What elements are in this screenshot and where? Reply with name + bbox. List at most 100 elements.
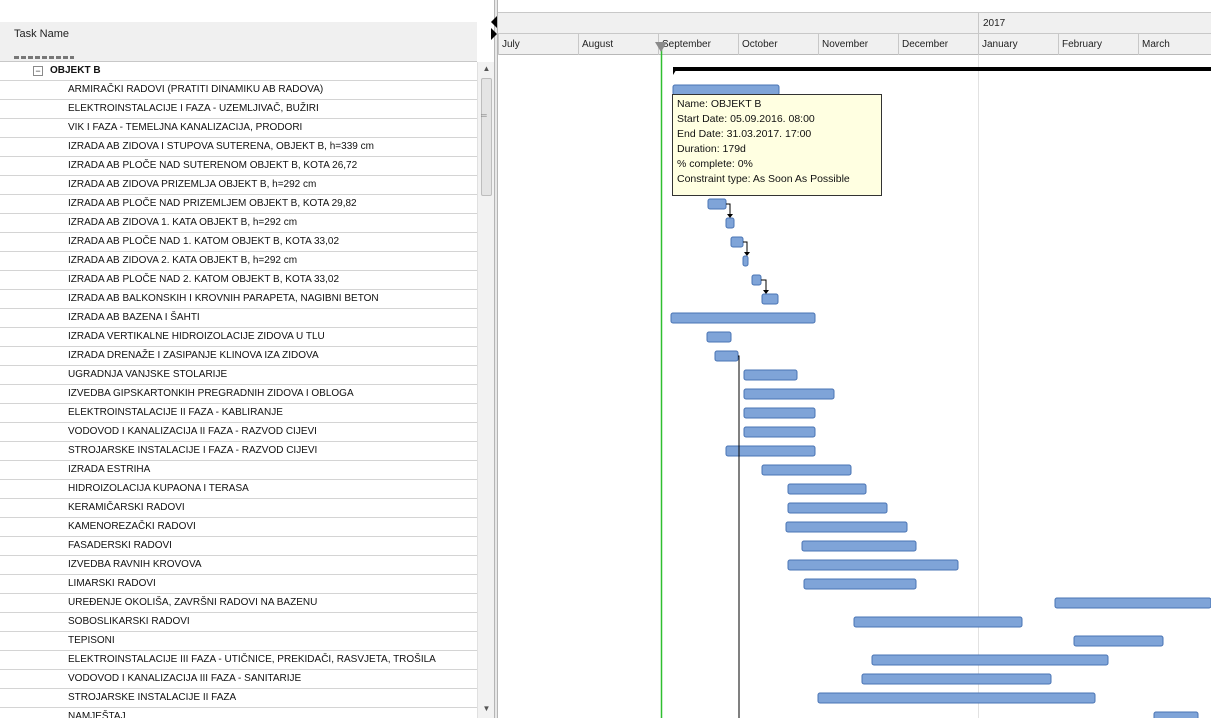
task-row[interactable]: HIDROIZOLACIJA KUPAONA I TERASA	[0, 480, 477, 499]
tooltip-end: End Date: 31.03.2017. 17:00	[677, 128, 812, 140]
task-row[interactable]: IZRADA AB ZIDOVA I STUPOVA SUTERENA, OBJ…	[0, 138, 477, 157]
task-row[interactable]: ELEKTROINSTALACIJE II FAZA - KABLIRANJE	[0, 404, 477, 423]
task-bar[interactable]	[1054, 597, 1211, 609]
dependency-link	[738, 355, 740, 718]
task-bar[interactable]	[742, 255, 749, 267]
task-row[interactable]: KAMENOREZAČKI RADOVI	[0, 518, 477, 537]
task-name: TEPISONI	[68, 635, 115, 646]
task-name: ELEKTROINSTALACIJE II FAZA - KABLIRANJE	[68, 407, 283, 418]
task-row[interactable]: IZRADA AB PLOČE NAD 1. KATOM OBJEKT B, K…	[0, 233, 477, 252]
expand-right-icon[interactable]	[491, 28, 497, 40]
task-bar[interactable]	[761, 293, 779, 305]
task-row[interactable]: IZRADA AB PLOČE NAD 2. KATOM OBJEKT B, K…	[0, 271, 477, 290]
task-name: FASADERSKI RADOVI	[68, 540, 172, 551]
task-bar[interactable]	[871, 654, 1109, 666]
task-row[interactable]: UGRADNJA VANJSKE STOLARIJE	[0, 366, 477, 385]
task-bar[interactable]	[714, 350, 739, 362]
task-row[interactable]: STROJARSKE INSTALACIJE I FAZA - RAZVOD C…	[0, 442, 477, 461]
task-name: ELEKTROINSTALACIJE I FAZA - UZEMLJIVAČ, …	[68, 103, 319, 114]
task-row[interactable]: IZRADA AB BAZENA I ŠAHTI	[0, 309, 477, 328]
task-bar[interactable]	[803, 578, 917, 590]
task-name: HIDROIZOLACIJA KUPAONA I TERASA	[68, 483, 249, 494]
task-grid-scrollbar[interactable]: ▲ ═ ▼	[477, 62, 494, 718]
task-row[interactable]: VODOVOD I KANALIZACIJA II FAZA - RAZVOD …	[0, 423, 477, 442]
task-bar[interactable]	[706, 331, 732, 343]
task-bar[interactable]	[801, 540, 917, 552]
task-name: IZRADA AB ZIDOVA I STUPOVA SUTERENA, OBJ…	[68, 141, 374, 152]
task-bar[interactable]	[761, 464, 852, 476]
task-row[interactable]: ARMIRAČKI RADOVI (PRATITI DINAMIKU AB RA…	[0, 81, 477, 100]
task-name: IZVEDBA GIPSKARTONKIH PREGRADNIH ZIDOVA …	[68, 388, 354, 399]
scrollbar-thumb[interactable]	[481, 78, 492, 196]
task-row[interactable]: IZRADA AB PLOČE NAD PRIZEMLJEM OBJEKT B,…	[0, 195, 477, 214]
task-bar[interactable]	[785, 521, 908, 533]
tooltip-complete: % complete: 0%	[677, 158, 753, 170]
task-row[interactable]: UREĐENJE OKOLIŠA, ZAVRŠNI RADOVI NA BAZE…	[0, 594, 477, 613]
task-group-row[interactable]: − OBJEKT B	[0, 62, 477, 81]
task-name-column-header[interactable]: Task Name	[14, 28, 69, 40]
clipped-parent-row	[14, 52, 74, 60]
task-name: IZRADA AB BAZENA I ŠAHTI	[68, 312, 200, 323]
task-bar[interactable]	[743, 369, 798, 381]
gantt-chart[interactable]: 2017 July August September October November D…	[498, 0, 1211, 718]
task-row[interactable]: STROJARSKE INSTALACIJE II FAZA	[0, 689, 477, 708]
tooltip-duration: Duration: 179d	[677, 143, 746, 155]
task-row[interactable]: VODOVOD I KANALIZACIJA III FAZA - SANITA…	[0, 670, 477, 689]
task-row[interactable]: TEPISONI	[0, 632, 477, 651]
collapse-left-icon[interactable]	[491, 16, 497, 28]
task-row[interactable]: IZRADA VERTIKALNE HIDROIZOLACIJE ZIDOVA …	[0, 328, 477, 347]
task-bar[interactable]	[707, 198, 727, 210]
task-name: IZRADA AB PLOČE NAD SUTERENOM OBJEKT B, …	[68, 160, 358, 171]
task-bar[interactable]	[1153, 711, 1199, 718]
task-bar[interactable]	[787, 559, 959, 571]
task-bar[interactable]	[817, 692, 1096, 704]
task-row[interactable]: VIK I FAZA - TEMELJNA KANALIZACIJA, PROD…	[0, 119, 477, 138]
scroll-down-icon[interactable]: ▼	[478, 702, 495, 716]
task-row[interactable]: FASADERSKI RADOVI	[0, 537, 477, 556]
summary-bar[interactable]	[673, 67, 1211, 71]
task-name: IZRADA DRENAŽE I ZASIPANJE KLINOVA IZA Z…	[68, 350, 319, 361]
task-bar[interactable]	[751, 274, 762, 286]
task-bar[interactable]	[743, 407, 816, 419]
task-row[interactable]: ELEKTROINSTALACIJE I FAZA - UZEMLJIVAČ, …	[0, 100, 477, 119]
scroll-up-icon[interactable]: ▲	[478, 62, 495, 76]
task-row[interactable]: NAMJEŠTAJ	[0, 708, 477, 718]
task-name: VODOVOD I KANALIZACIJA II FAZA - RAZVOD …	[68, 426, 317, 437]
task-row[interactable]: IZRADA AB ZIDOVA PRIZEMLJA OBJEKT B, h=2…	[0, 176, 477, 195]
task-name: VODOVOD I KANALIZACIJA III FAZA - SANITA…	[68, 673, 302, 684]
task-row[interactable]: KERAMIČARSKI RADOVI	[0, 499, 477, 518]
task-row[interactable]: IZRADA AB PLOČE NAD SUTERENOM OBJEKT B, …	[0, 157, 477, 176]
task-name: IZRADA AB PLOČE NAD PRIZEMLJEM OBJEKT B,…	[68, 198, 357, 209]
tooltip-start: Start Date: 05.09.2016. 08:00	[677, 113, 815, 125]
task-bar[interactable]	[853, 616, 1023, 628]
task-row[interactable]: ELEKTROINSTALACIJE III FAZA - UTIČNICE, …	[0, 651, 477, 670]
collapse-toggle-icon[interactable]: −	[33, 66, 43, 76]
task-row[interactable]: IZRADA AB ZIDOVA 1. KATA OBJEKT B, h=292…	[0, 214, 477, 233]
task-name: LIMARSKI RADOVI	[68, 578, 156, 589]
task-bar[interactable]	[861, 673, 1052, 685]
task-bar[interactable]	[730, 236, 744, 248]
task-name: KAMENOREZAČKI RADOVI	[68, 521, 196, 532]
task-bar[interactable]	[787, 502, 888, 514]
task-name: IZRADA AB ZIDOVA 1. KATA OBJEKT B, h=292…	[68, 217, 298, 228]
task-row[interactable]: IZRADA ESTRIHA	[0, 461, 477, 480]
task-row[interactable]: IZVEDBA RAVNIH KROVOVA	[0, 556, 477, 575]
task-row[interactable]: SOBOSLIKARSKI RADOVI	[0, 613, 477, 632]
task-row[interactable]: IZRADA DRENAŽE I ZASIPANJE KLINOVA IZA Z…	[0, 347, 477, 366]
task-bar[interactable]	[1073, 635, 1164, 647]
dependency-arrow-icon	[744, 252, 750, 256]
task-bar[interactable]	[743, 426, 816, 438]
task-name: VIK I FAZA - TEMELJNA KANALIZACIJA, PROD…	[68, 122, 303, 133]
task-name: UREĐENJE OKOLIŠA, ZAVRŠNI RADOVI NA BAZE…	[68, 597, 318, 608]
task-row[interactable]: IZVEDBA GIPSKARTONKIH PREGRADNIH ZIDOVA …	[0, 385, 477, 404]
task-row[interactable]: LIMARSKI RADOVI	[0, 575, 477, 594]
task-bar[interactable]	[725, 217, 735, 229]
task-bar[interactable]	[670, 312, 816, 324]
task-bar[interactable]	[743, 388, 835, 400]
task-row[interactable]: IZRADA AB BALKONSKIH I KROVNIH PARAPETA,…	[0, 290, 477, 309]
task-name: STROJARSKE INSTALACIJE II FAZA	[68, 692, 237, 703]
task-name: IZRADA VERTIKALNE HIDROIZOLACIJE ZIDOVA …	[68, 331, 325, 342]
task-bar[interactable]	[787, 483, 867, 495]
task-name: IZRADA AB BALKONSKIH I KROVNIH PARAPETA,…	[68, 293, 379, 304]
task-row[interactable]: IZRADA AB ZIDOVA 2. KATA OBJEKT B, h=292…	[0, 252, 477, 271]
